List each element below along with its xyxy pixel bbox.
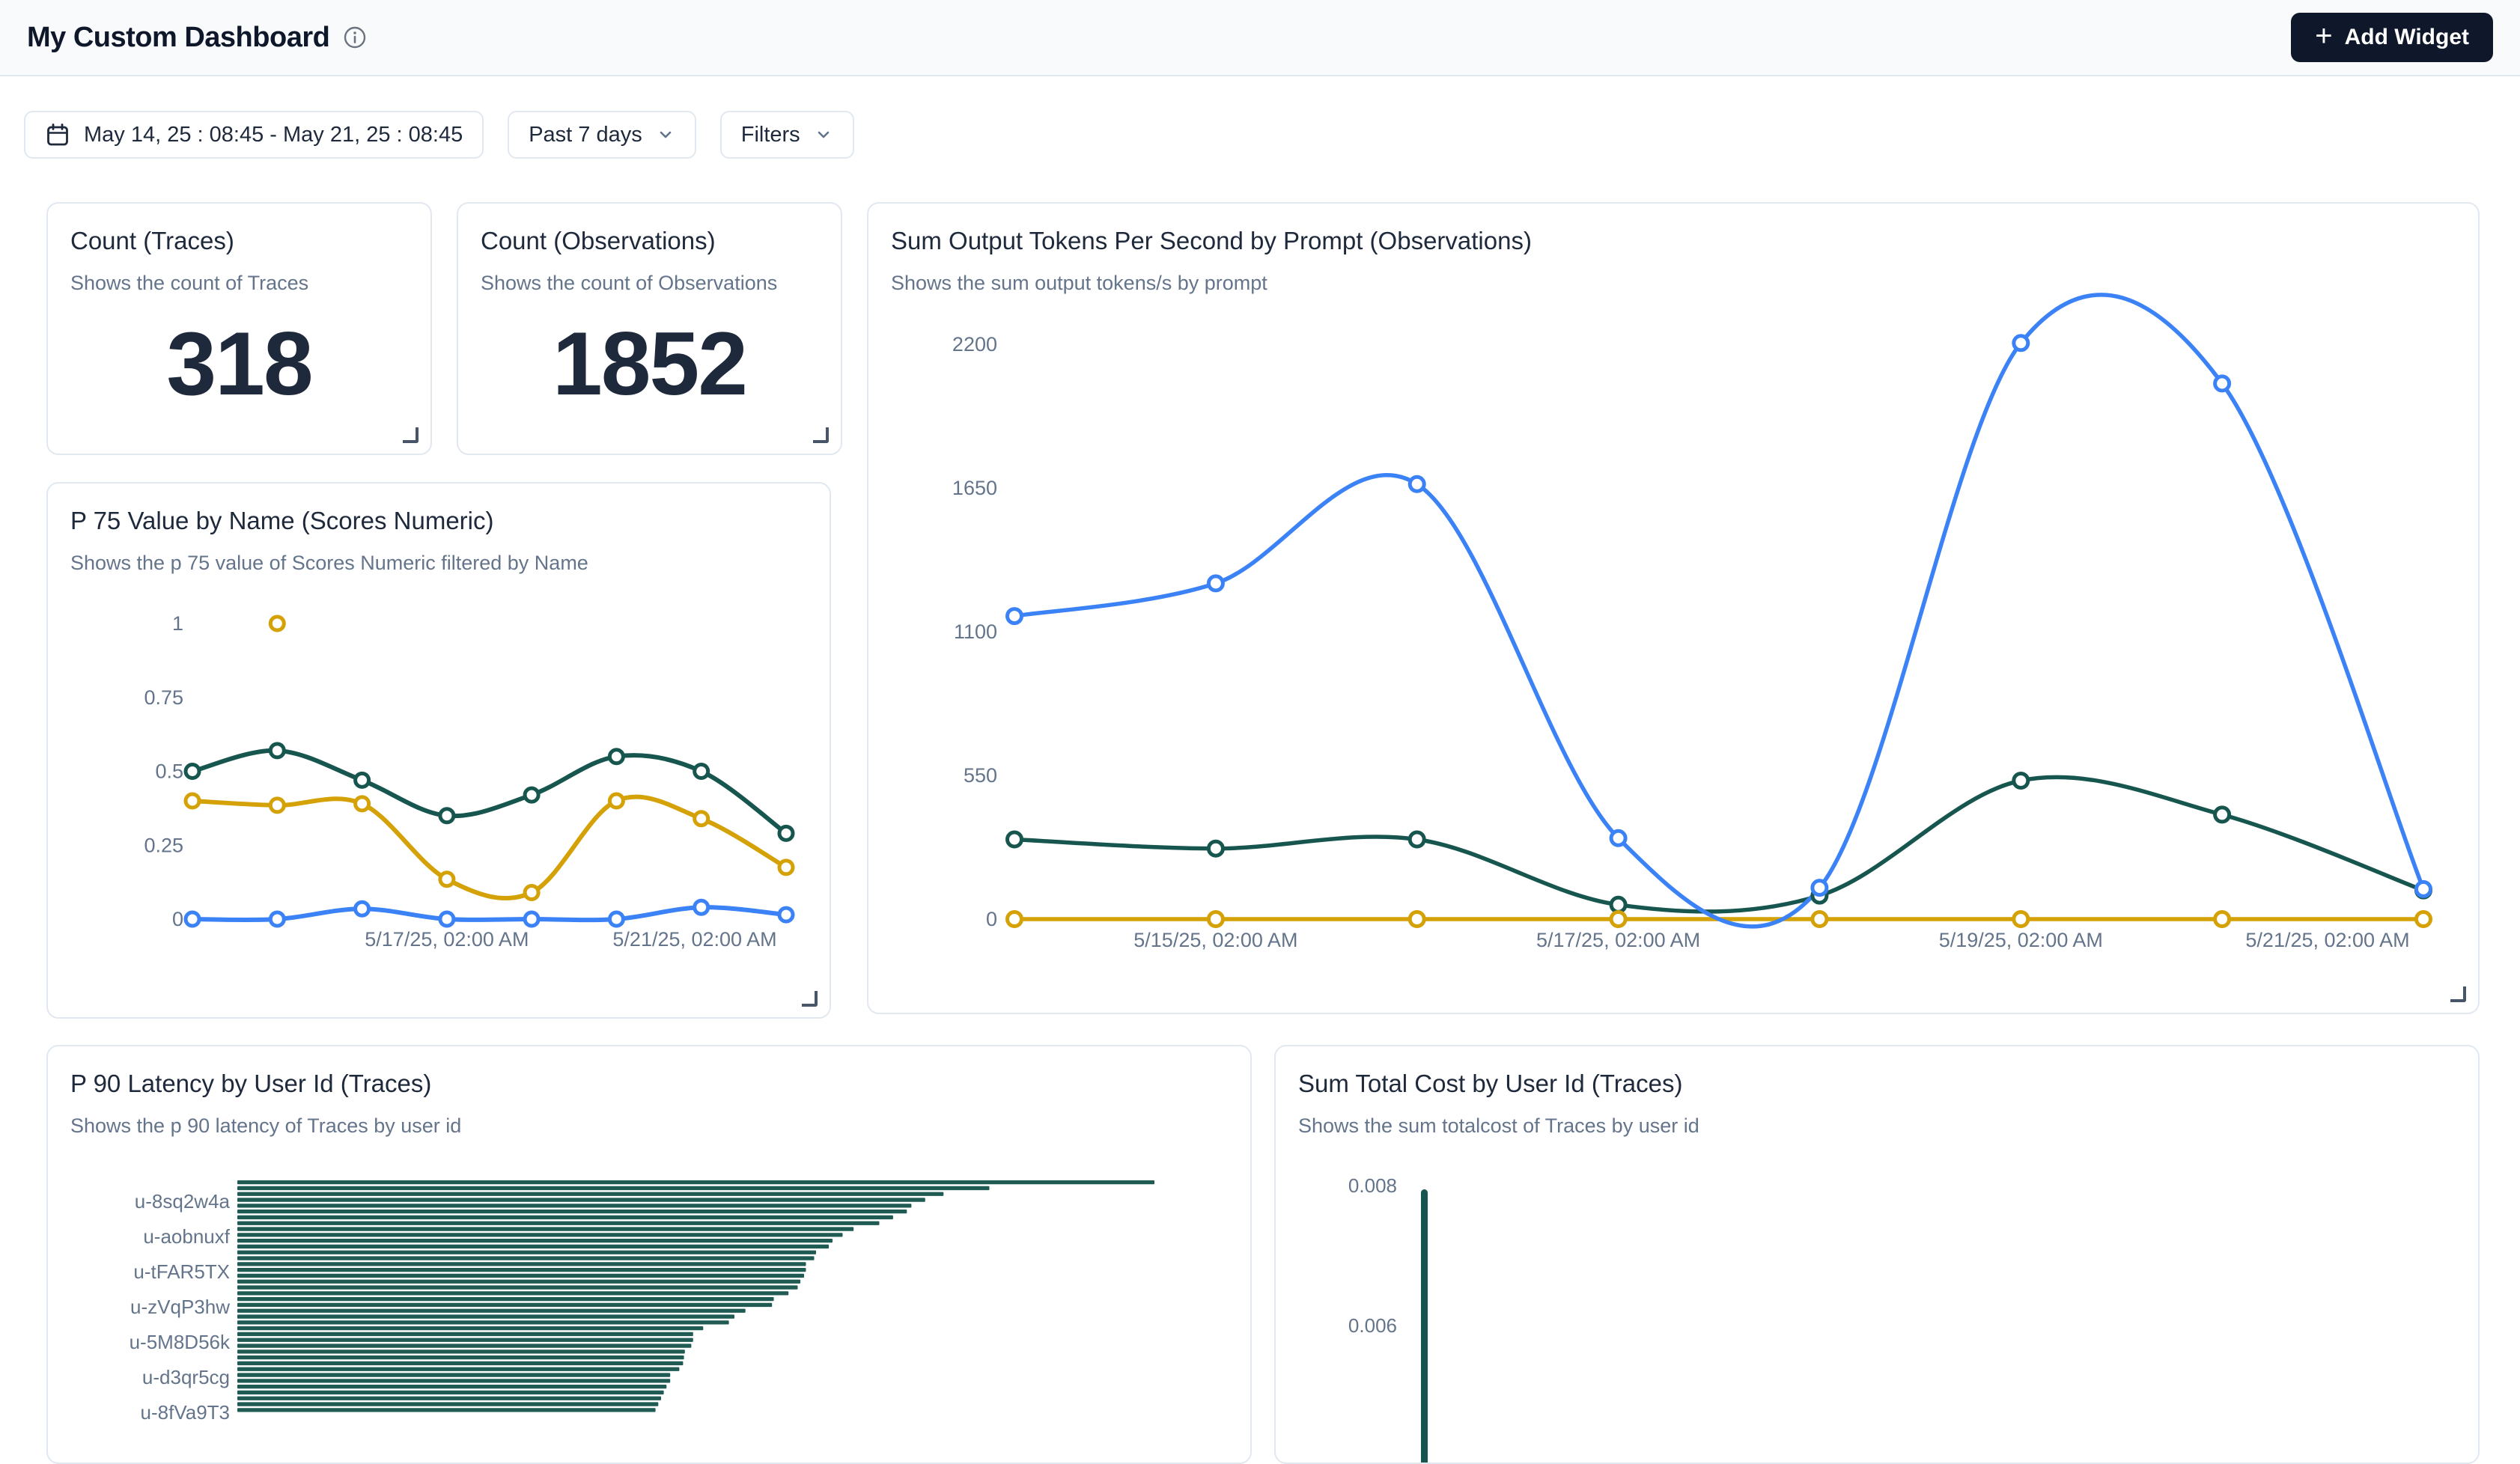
chevron-down-icon bbox=[656, 125, 675, 144]
widget-p90-latency: P 90 Latency by User Id (Traces) Shows t… bbox=[46, 1045, 1252, 1464]
svg-text:5/15/25, 02:00 AM: 5/15/25, 02:00 AM bbox=[1133, 929, 1297, 951]
svg-text:0: 0 bbox=[986, 908, 997, 930]
count-observations-value: 1852 bbox=[481, 296, 818, 431]
svg-text:1650: 1650 bbox=[952, 477, 997, 499]
svg-text:2200: 2200 bbox=[952, 333, 997, 356]
widget-p75-value: P 75 Value by Name (Scores Numeric) Show… bbox=[46, 482, 831, 1019]
resize-handle[interactable] bbox=[403, 427, 419, 443]
svg-text:u-8fVa9T3: u-8fVa9T3 bbox=[141, 1401, 230, 1424]
svg-text:u-5M8D56k: u-5M8D56k bbox=[130, 1331, 231, 1353]
svg-text:0.75: 0.75 bbox=[144, 686, 183, 709]
add-widget-label: Add Widget bbox=[2345, 25, 2469, 50]
svg-text:5/21/25, 02:00 AM: 5/21/25, 02:00 AM bbox=[612, 928, 776, 951]
resize-handle[interactable] bbox=[802, 991, 818, 1007]
cost-bar-chart[interactable]: 0.008 0.006 bbox=[1276, 1046, 2478, 1463]
svg-text:5/17/25, 02:00 AM: 5/17/25, 02:00 AM bbox=[365, 928, 529, 951]
date-range-picker[interactable]: May 14, 25 : 08:45 - May 21, 25 : 08:45 bbox=[24, 111, 484, 159]
widget-title: Count (Observations) bbox=[481, 226, 818, 256]
tokens-line-chart[interactable]: 2200 1650 1100 550 0 5/15/25, 02:00 AM 5/17/25… bbox=[868, 204, 2478, 1013]
date-preset-value: Past 7 days bbox=[529, 123, 642, 147]
svg-text:u-zVqP3hw: u-zVqP3hw bbox=[130, 1296, 230, 1318]
date-range-value: May 14, 25 : 08:45 - May 21, 25 : 08:45 bbox=[84, 123, 463, 147]
add-widget-button[interactable]: + Add Widget bbox=[2291, 13, 2493, 62]
widget-title: Count (Traces) bbox=[70, 226, 408, 256]
svg-text:0: 0 bbox=[172, 908, 183, 930]
resize-handle[interactable] bbox=[813, 427, 829, 443]
svg-text:1100: 1100 bbox=[954, 620, 997, 643]
svg-text:0.008: 0.008 bbox=[1348, 1174, 1397, 1197]
svg-text:0.25: 0.25 bbox=[144, 834, 183, 856]
date-preset-dropdown[interactable]: Past 7 days bbox=[508, 111, 696, 159]
filters-label: Filters bbox=[741, 123, 800, 147]
widget-count-observations: Count (Observations) Shows the count of … bbox=[457, 202, 842, 455]
filters-dropdown[interactable]: Filters bbox=[720, 111, 854, 159]
svg-text:0.5: 0.5 bbox=[155, 760, 183, 783]
widget-tokens-per-second: Sum Output Tokens Per Second by Prompt (… bbox=[867, 202, 2480, 1014]
svg-text:5/19/25, 02:00 AM: 5/19/25, 02:00 AM bbox=[1939, 929, 2103, 951]
page-title: My Custom Dashboard bbox=[27, 22, 329, 54]
chevron-down-icon bbox=[814, 125, 833, 144]
calendar-icon bbox=[45, 122, 70, 147]
svg-text:550: 550 bbox=[964, 764, 997, 787]
widget-subtitle: Shows the count of Observations bbox=[481, 271, 818, 296]
svg-text:5/21/25, 02:00 AM: 5/21/25, 02:00 AM bbox=[2245, 929, 2409, 951]
svg-text:0.006: 0.006 bbox=[1348, 1314, 1397, 1337]
p90-bar-chart[interactable]: u-8sq2w4a u-aobnuxf u-tFAR5TX u-zVqP3hw u-5M… bbox=[48, 1046, 1250, 1463]
resize-handle[interactable] bbox=[2450, 986, 2466, 1002]
header: My Custom Dashboard + Add Widget bbox=[0, 0, 2520, 76]
widget-subtitle: Shows the count of Traces bbox=[70, 271, 408, 296]
p75-line-chart[interactable]: 1 0.75 0.5 0.25 0 5/17/25, 02:00 AM 5/21/25, 0… bbox=[48, 484, 830, 1017]
filter-bar: May 14, 25 : 08:45 - May 21, 25 : 08:45 … bbox=[24, 111, 854, 159]
svg-text:1: 1 bbox=[172, 612, 183, 635]
svg-text:u-8sq2w4a: u-8sq2w4a bbox=[135, 1190, 231, 1213]
widget-sum-total-cost: Sum Total Cost by User Id (Traces) Shows… bbox=[1274, 1045, 2480, 1464]
svg-text:u-tFAR5TX: u-tFAR5TX bbox=[133, 1260, 230, 1283]
widget-count-traces: Count (Traces) Shows the count of Traces… bbox=[46, 202, 432, 455]
count-traces-value: 318 bbox=[70, 296, 408, 431]
svg-text:5/17/25, 02:00 AM: 5/17/25, 02:00 AM bbox=[1536, 929, 1700, 951]
svg-text:u-aobnuxf: u-aobnuxf bbox=[143, 1225, 230, 1248]
info-icon[interactable] bbox=[343, 25, 367, 49]
svg-text:u-d3qr5cg: u-d3qr5cg bbox=[142, 1366, 230, 1388]
